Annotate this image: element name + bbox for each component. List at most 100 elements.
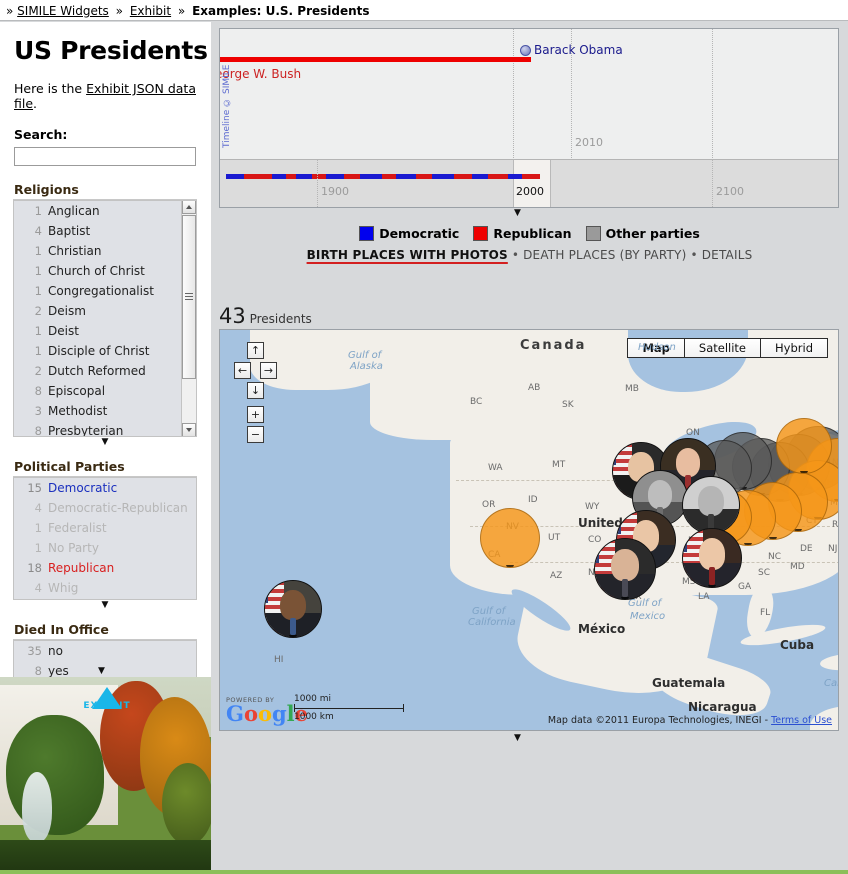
timeline-overview-band[interactable]: 1900 2100 2000 [220, 159, 838, 207]
map-marker-photo[interactable] [682, 476, 740, 534]
facet-political-parties-list[interactable]: 15 Democratic 4 Democratic-Republican 1 Feder… [14, 478, 196, 599]
facet-item[interactable]: 4 Whig [14, 578, 196, 598]
facet-item[interactable]: 1 Christian [14, 241, 181, 261]
breadcrumb-link-simile[interactable]: SIMILE Widgets [17, 4, 109, 18]
facet-item[interactable]: 18 Republican [14, 558, 196, 578]
facet-item-count: 15 [27, 481, 42, 495]
facet-religions-scrollbar[interactable] [181, 201, 196, 436]
map-label: Gulf of [472, 606, 506, 617]
timeline-overview-segment [286, 174, 296, 179]
legend-swatch-icon [359, 225, 375, 241]
facet-item-label: Deist [48, 324, 79, 338]
view-link[interactable]: DEATH PLACES (BY PARTY) [523, 248, 686, 262]
timeline-event-label-obama[interactable]: Barack Obama [534, 43, 623, 57]
timeline-viewport-highlight[interactable] [513, 160, 551, 207]
facet-item[interactable]: 2 Dutch Reformed [14, 361, 181, 381]
timeline-overview-segment [312, 174, 326, 179]
map-marker-photo[interactable] [682, 528, 742, 588]
facet-political-parties-expand-arrow[interactable]: ▼ [13, 601, 197, 612]
scale-bar-line [294, 704, 404, 712]
facet-item[interactable]: 8 Presbyterian [14, 421, 181, 436]
facet-religions-list[interactable]: 1 Anglican 4 Baptist 1 Christian 1 Church of Ch… [14, 201, 181, 436]
facet-item[interactable]: 15 Democratic [14, 478, 196, 498]
timeline-gridline [317, 160, 318, 207]
result-count: 43 Presidents [219, 304, 312, 328]
facet-item[interactable]: 1 Church of Christ [14, 261, 181, 281]
marker-photo-flag-canton [265, 581, 269, 604]
facet-item[interactable]: 1 Anglican [14, 201, 181, 221]
pan-down-button[interactable]: ↓ [247, 382, 264, 399]
facet-item-count: 18 [27, 561, 42, 575]
facet-item[interactable]: 3 Methodist [14, 401, 181, 421]
map-marker-orange[interactable] [480, 508, 540, 568]
breadcrumb-link-exhibit[interactable]: Exhibit [130, 4, 171, 18]
view-link[interactable]: BIRTH PLACES WITH PHOTOS [307, 248, 508, 262]
zoom-out-button[interactable]: − [247, 426, 264, 443]
pan-left-button[interactable]: ← [234, 362, 251, 379]
zoom-in-button[interactable]: + [247, 406, 264, 423]
facet-political-parties-body: 15 Democratic 4 Democratic-Republican 1 Feder… [13, 477, 197, 600]
timeline-event-obama[interactable]: Barack Obama [520, 43, 623, 57]
facet-died-in-office-title: Died In Office [13, 620, 197, 640]
map-label: Mexico [630, 611, 666, 622]
map-resize-handle[interactable]: ▼ [514, 734, 521, 743]
map-marker-photo[interactable] [594, 538, 656, 600]
timeline-overview-segment [344, 174, 360, 179]
map-label: Alaska [350, 361, 383, 372]
timeline-event-bar-bush[interactable] [220, 57, 531, 62]
facet-item-count: 1 [34, 284, 42, 298]
facet-item[interactable]: 4 Baptist [14, 221, 181, 241]
facet-item[interactable]: 35 no [14, 641, 196, 661]
scrollbar-thumb[interactable] [182, 215, 196, 379]
terms-of-use-link[interactable]: Terms of Use [771, 715, 832, 726]
view-link[interactable]: DETAILS [702, 248, 753, 262]
map-type-satellite-button[interactable]: Satellite [684, 339, 762, 357]
photo-green-tree [6, 715, 104, 835]
facet-item[interactable]: 4 Democratic-Republican [14, 498, 196, 518]
map-label: Nicaragua [688, 700, 757, 714]
scroll-up-button[interactable] [182, 201, 196, 214]
facet-died-in-office-expand-arrow[interactable]: ▼ [98, 667, 105, 676]
facet-item-count: 1 [34, 344, 42, 358]
pan-up-button[interactable]: ↑ [247, 342, 264, 359]
facet-religions-body: 1 Anglican 4 Baptist 1 Christian 1 Church of Ch… [13, 200, 197, 437]
search-input[interactable] [14, 147, 196, 166]
map-view[interactable]: Map Satellite Hybrid ↑ ← → ↓ + − Canada Gul… [219, 329, 839, 731]
timeline-overview-tick: 1900 [321, 185, 349, 198]
breadcrumb-current: Examples: U.S. Presidents [192, 4, 370, 18]
scroll-down-button[interactable] [182, 423, 196, 436]
facet-item[interactable]: 1 Federalist [14, 518, 196, 538]
map-label: DE [800, 544, 813, 554]
map-label: Gulf of [628, 598, 662, 609]
timeline-widget[interactable]: eorge W. Bush Barack Obama 2010 1900 210… [219, 28, 839, 208]
timeline-overview-segment [416, 174, 432, 179]
map-label: UT [548, 533, 561, 543]
map-marker-photo[interactable] [264, 580, 322, 638]
map-label: Guatemala [652, 676, 726, 690]
view-switcher[interactable]: BIRTH PLACES WITH PHOTOS • DEATH PLACES (B… [211, 248, 848, 262]
facet-item[interactable]: 1 Disciple of Christ [14, 341, 181, 361]
facet-item[interactable]: 1 Congregationalist [14, 281, 181, 301]
pan-right-button[interactable]: → [260, 362, 277, 379]
facet-item-label: Presbyterian [48, 424, 124, 436]
map-type-hybrid-button[interactable]: Hybrid [761, 339, 827, 357]
facet-item-label: Anglican [48, 204, 100, 218]
timeline-resize-handle[interactable]: ▼ [514, 209, 521, 218]
facet-item-label: no [48, 644, 63, 658]
timeline-overview-segment [272, 174, 286, 179]
facet-item[interactable]: 2 Deism [14, 301, 181, 321]
timeline-detail-band[interactable]: eorge W. Bush Barack Obama 2010 [220, 29, 838, 160]
map-label: ID [528, 495, 538, 505]
facet-item[interactable]: 1 Deist [14, 321, 181, 341]
timeline-detail-tick: 2010 [575, 136, 603, 149]
facet-item-count: 1 [34, 264, 42, 278]
facet-item-count: 1 [34, 244, 42, 258]
facet-religions-expand-arrow[interactable]: ▼ [13, 438, 197, 449]
timeline-overview-segment [382, 174, 396, 179]
map-marker-orange[interactable] [776, 418, 832, 474]
facet-political-parties-title: Political Parties [13, 457, 197, 477]
data-file-suffix: . [33, 96, 38, 111]
map-label: MB [625, 384, 639, 394]
facet-item[interactable]: 1 No Party [14, 538, 196, 558]
facet-item[interactable]: 8 Episcopal [14, 381, 181, 401]
